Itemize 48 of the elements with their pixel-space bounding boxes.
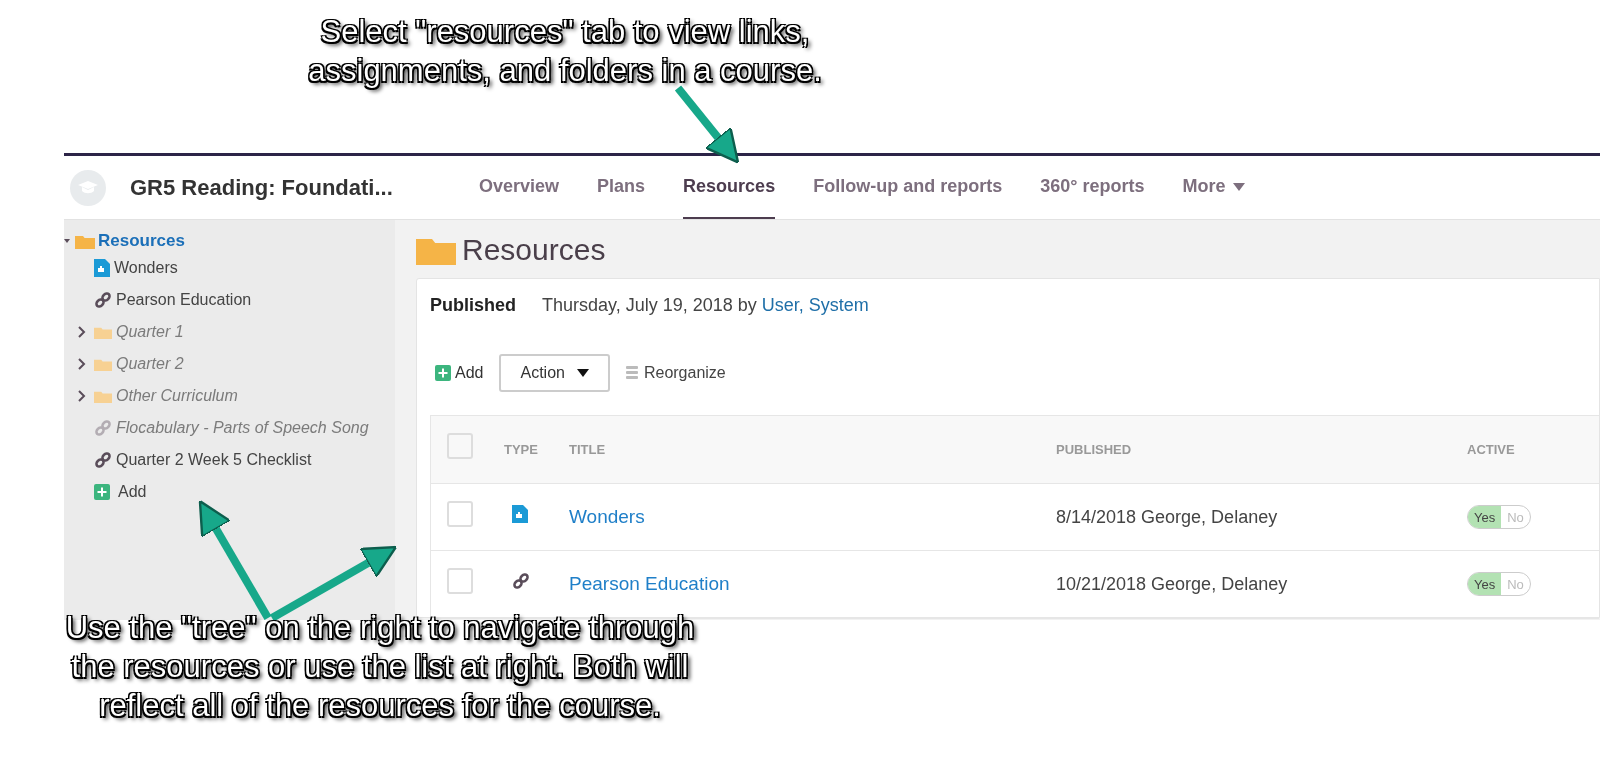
nav-tab[interactable]: 360° reports (1040, 156, 1145, 219)
stack-icon (625, 365, 638, 381)
document-icon (512, 504, 528, 523)
reorganize-button[interactable]: Reorganize (625, 361, 726, 385)
tree-item[interactable]: Quarter 2 Week 5 Checklist (116, 448, 312, 472)
plus-icon (435, 365, 451, 381)
add-button[interactable]: Add (435, 361, 484, 385)
link-icon (512, 571, 530, 590)
author-link[interactable]: User, System (761, 294, 869, 315)
page-title: Resources (462, 231, 606, 268)
nav-tab[interactable]: Follow-up and reports (813, 156, 1003, 219)
table-cell-text: 10/21/2018 George, Delaney (1056, 572, 1289, 596)
add-link[interactable]: Add (118, 480, 147, 504)
document-icon (94, 259, 110, 277)
column-header: TITLE (569, 440, 607, 459)
chevron-icon (78, 326, 86, 338)
column-header: TYPE (504, 440, 539, 459)
nav-tab[interactable]: Plans (597, 156, 646, 219)
callout-text: Use the "tree" on the right to navigate through the resources or use the list at right. Both will reflect all of the resources for the course. (64, 609, 698, 725)
link-icon (94, 419, 112, 437)
caret-icon (576, 369, 589, 377)
chevron-icon (78, 358, 86, 370)
published-label: Published (430, 293, 516, 317)
course-title: GR5 Reading: Foundati... (130, 174, 394, 202)
table-cell-text: 8/14/2018 George, Delaney (1056, 505, 1279, 529)
nav-tab[interactable]: Overview (479, 156, 560, 219)
column-header: PUBLISHED (1056, 440, 1133, 459)
tree-item[interactable]: Flocabulary - Parts of Speech Song (116, 416, 369, 440)
resource-link[interactable]: Wonders (569, 502, 1056, 532)
resource-link[interactable]: Pearson Education (569, 569, 1056, 599)
checkbox[interactable] (447, 567, 473, 594)
plus-icon (94, 484, 110, 500)
link-icon (94, 451, 112, 469)
tree-item[interactable]: Quarter 1 (116, 320, 184, 344)
link-icon (94, 291, 112, 309)
chevron-icon (78, 390, 86, 402)
tree-item[interactable]: Pearson Education (116, 288, 252, 312)
checkbox[interactable] (447, 500, 473, 527)
published-info: Thursday, July 19, 2018 by User, System (542, 293, 869, 317)
tree-item[interactable]: Wonders (114, 256, 178, 280)
nav-tab[interactable]: More (1182, 156, 1246, 219)
tree-item[interactable]: Quarter 2 (116, 352, 184, 376)
column-header: ACTIVE (1467, 440, 1516, 459)
folder-icon (75, 233, 95, 249)
checkbox[interactable] (447, 433, 473, 459)
tree-item[interactable]: Other Curriculum (116, 384, 238, 408)
action-dropdown[interactable]: Action (499, 354, 610, 392)
tree-item[interactable]: Resources (98, 228, 185, 254)
